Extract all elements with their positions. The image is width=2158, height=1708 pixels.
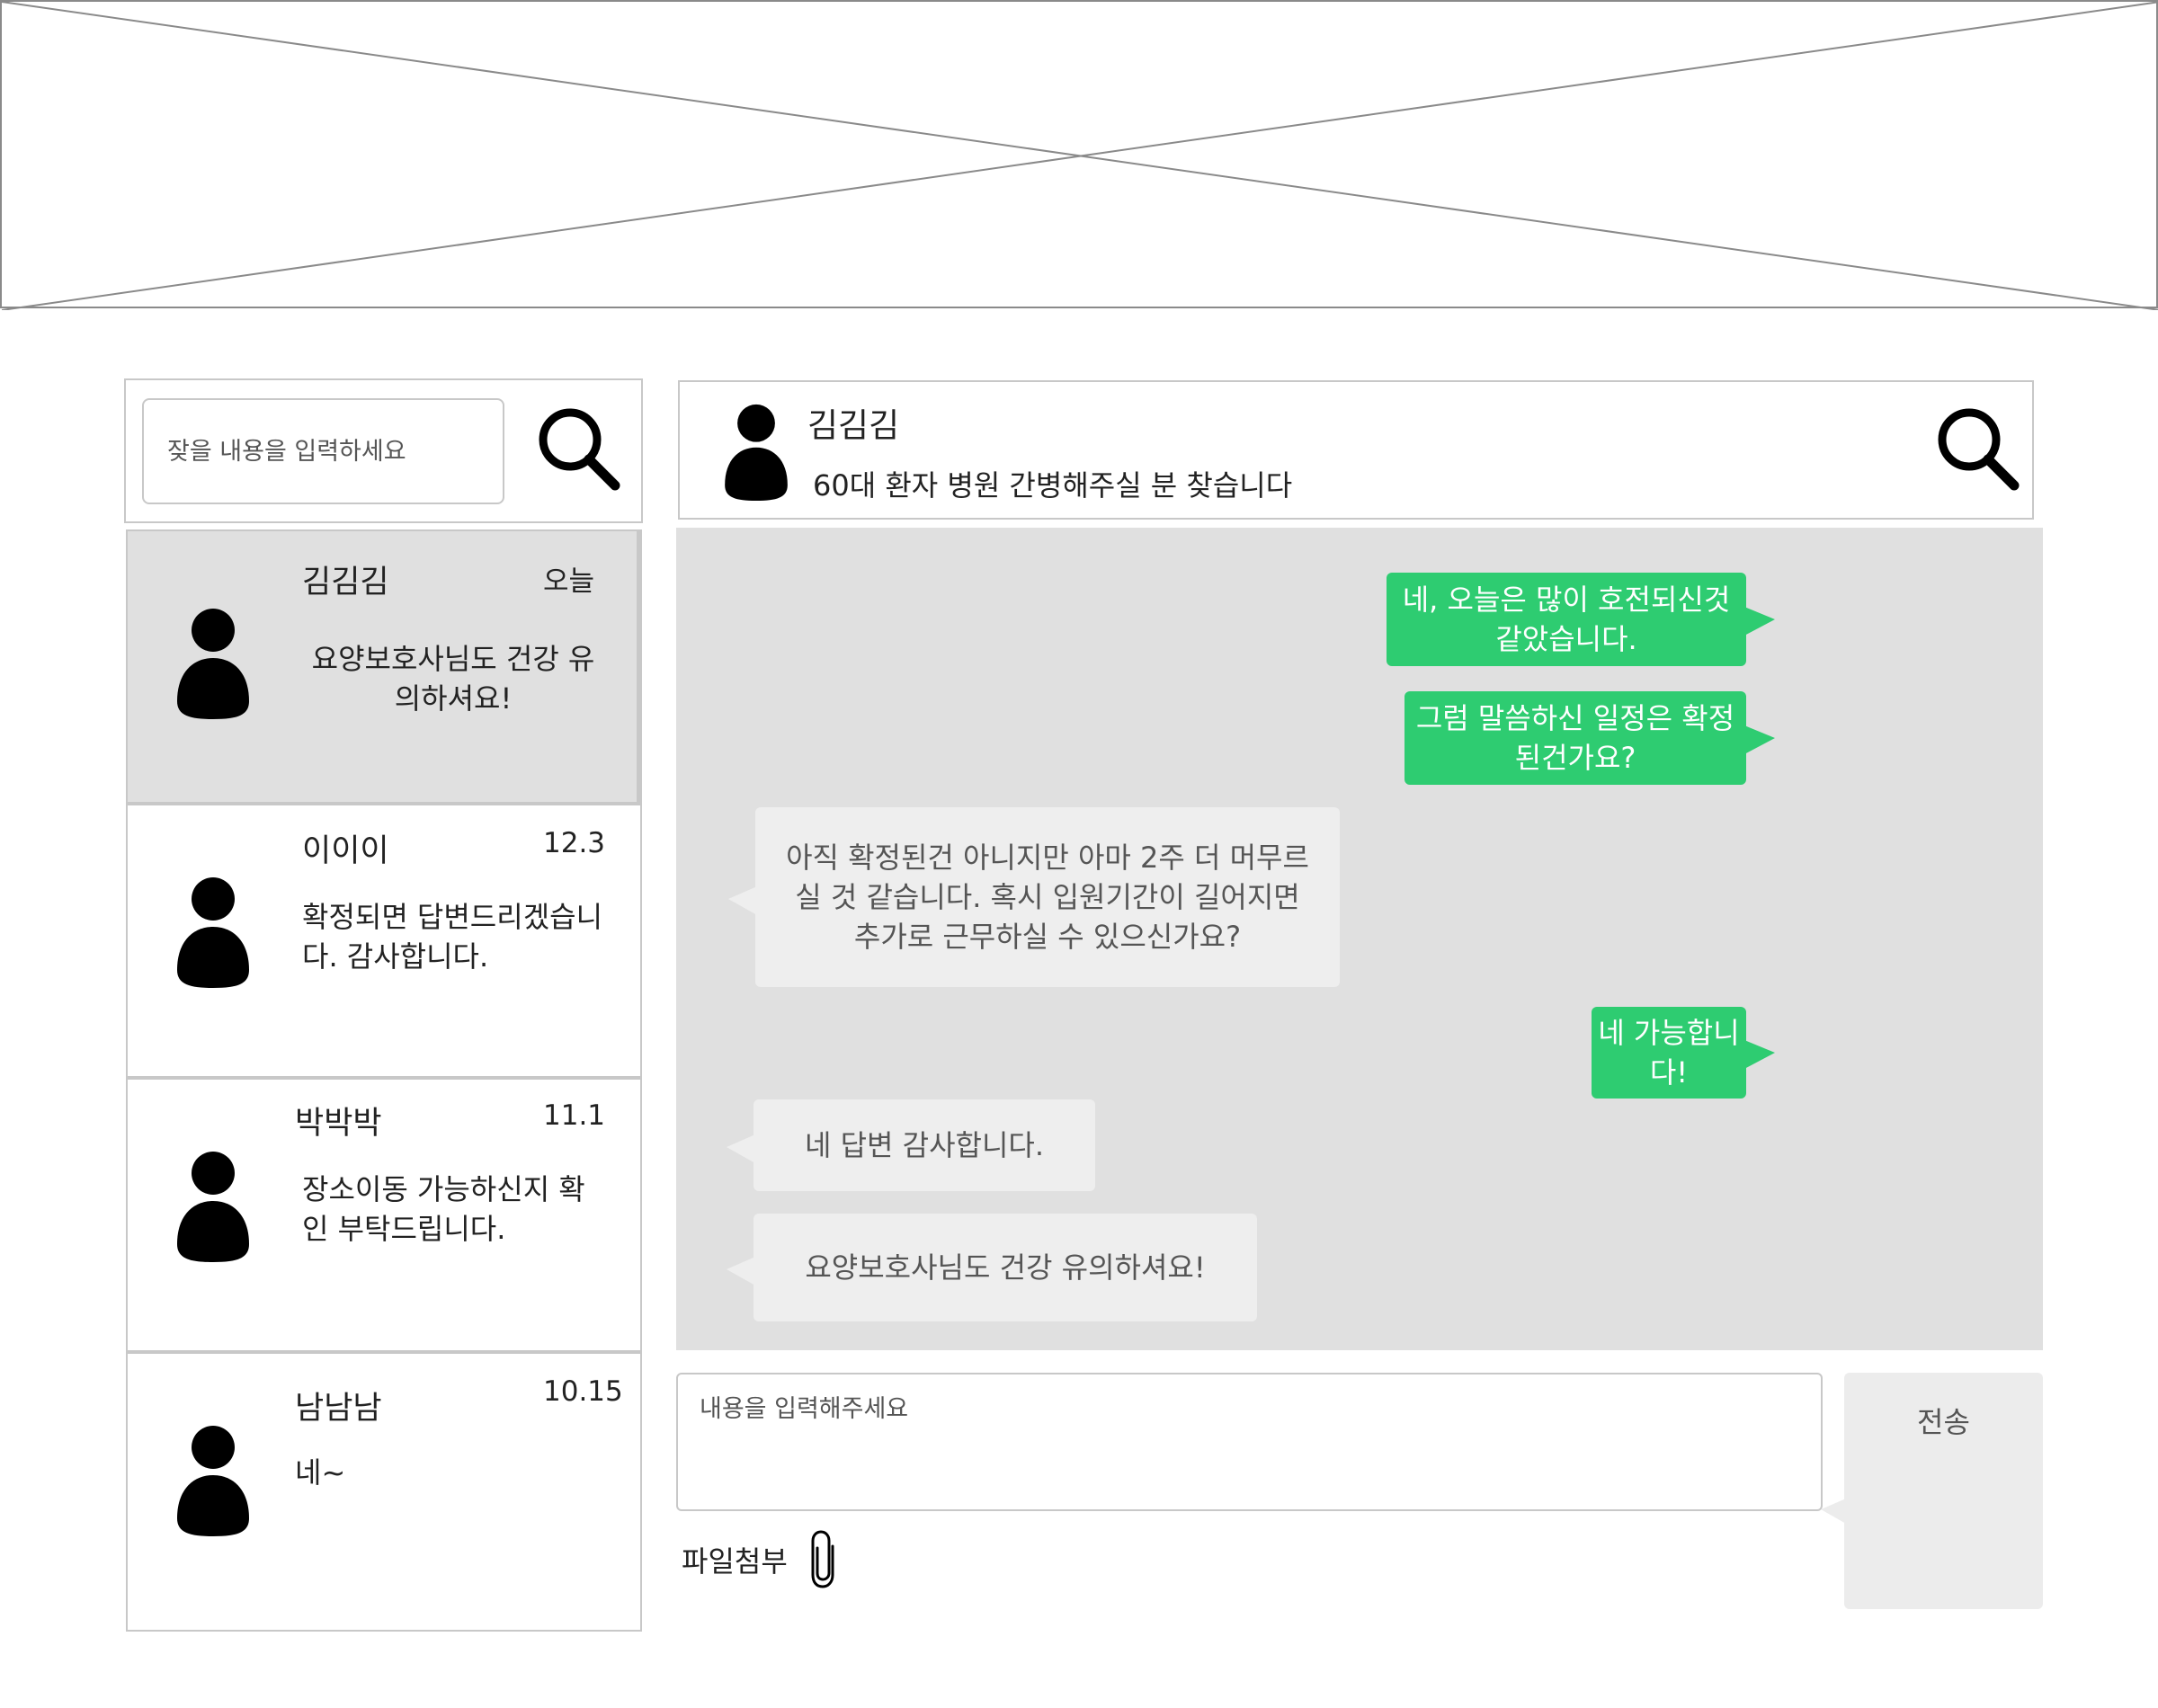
conversation-item[interactable]: 이이이 12.3 확정되면 답변드리겠습니다. 감사합니다.: [126, 804, 642, 1078]
conversation-date: 11.1: [543, 1099, 606, 1132]
message-input[interactable]: [676, 1373, 1823, 1511]
conversation-item[interactable]: 남남남 10.15 네~: [126, 1352, 642, 1632]
conversation-item[interactable]: 김김김 오늘 요양보호사님도 건강 유의하셔요!: [126, 529, 642, 804]
conversation-preview: 네~: [295, 1455, 346, 1490]
outgoing-message: 네, 오늘은 많이 호전되신것 같았습니다.: [1387, 573, 1775, 666]
conversation-search-input[interactable]: [142, 398, 504, 504]
chat-header: 김김김 60대 환자 병원 간병해주실 분 찾습니다: [678, 380, 2034, 520]
outgoing-message: 네 가능합니다!: [1592, 1007, 1775, 1099]
user-avatar-icon: [177, 877, 249, 988]
user-avatar-icon: [177, 1152, 249, 1262]
conversation-date: 10.15: [543, 1375, 623, 1408]
conversation-preview: 장소이동 가능하신지 확인 부탁드립니다.: [302, 1172, 585, 1246]
conversation-date: 오늘: [543, 565, 595, 598]
attach-file-label: 파일첨부: [682, 1544, 788, 1579]
chat-partner-name: 김김김: [807, 406, 900, 445]
incoming-message: 아직 확정된건 아니지만 아마 2주 더 머무르실 것 같습니다. 혹시 입원기…: [728, 807, 1340, 987]
search-icon: [1938, 408, 2020, 491]
incoming-message: 네 답변 감사합니다.: [727, 1099, 1095, 1191]
search-icon: [539, 408, 620, 491]
chat-search-button[interactable]: [1931, 404, 2021, 494]
search-button[interactable]: [532, 404, 622, 494]
conversation-date: 12.3: [543, 827, 606, 859]
conversation-preview: 요양보호사님도 건강 유의하셔요!: [311, 642, 595, 716]
incoming-message: 요양보호사님도 건강 유의하셔요!: [727, 1214, 1257, 1321]
conversation-preview: 확정되면 답변드리겠습니다. 감사합니다.: [302, 900, 603, 974]
user-avatar-icon: [725, 404, 788, 501]
conversation-name: 남남남: [295, 1391, 382, 1427]
conversation-item[interactable]: 박박박 11.1 장소이동 가능하신지 확인 부탁드립니다.: [126, 1078, 642, 1352]
user-avatar-icon: [177, 609, 249, 719]
send-button[interactable]: 전송: [1821, 1373, 2043, 1609]
banner-image-placeholder: [0, 0, 2158, 310]
paperclip-icon: [811, 1530, 834, 1588]
conversation-name: 이이이: [302, 833, 389, 869]
chat-post-title: 60대 환자 병원 간병해주실 분 찾습니다: [813, 468, 1293, 503]
send-button-label: 전송: [1917, 1405, 1970, 1439]
placeholder-cross-icon: [2, 2, 2158, 310]
conversation-search-bar: [124, 378, 643, 523]
conversation-name: 박박박: [295, 1106, 382, 1142]
user-avatar-icon: [177, 1426, 249, 1536]
attach-file-button[interactable]: 파일첨부: [682, 1528, 842, 1591]
outgoing-message: 그럼 말씀하신 일정은 확정된건가요?: [1404, 691, 1775, 785]
conversation-name: 김김김: [302, 565, 389, 600]
chat-message-area[interactable]: 네, 오늘은 많이 호전되신것 같았습니다. 그럼 말씀하신 일정은 확정된건가…: [676, 528, 2043, 1350]
